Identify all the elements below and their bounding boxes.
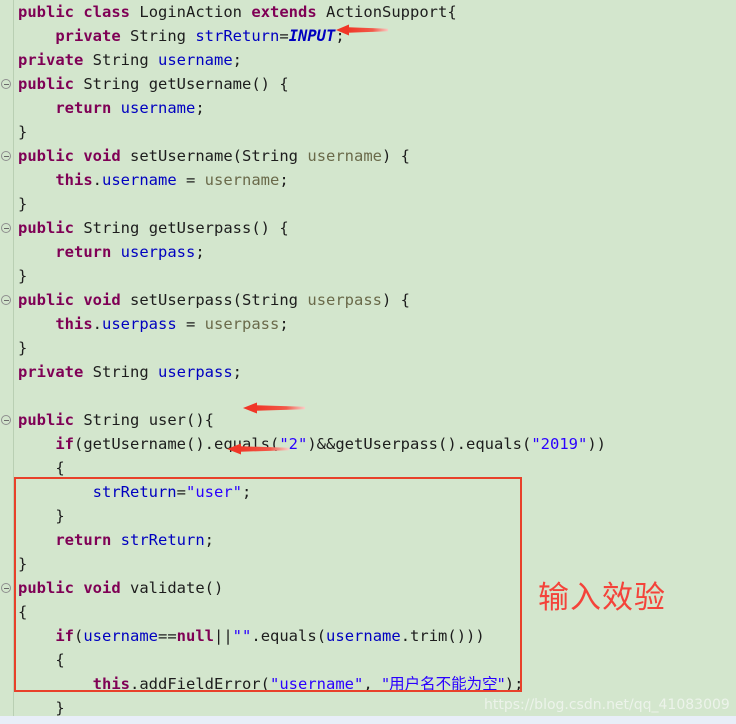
- code-line-text: public void setUserpass(String userpass)…: [18, 291, 411, 309]
- bottom-strip: [0, 716, 736, 724]
- code-line-text: this.username = username;: [55, 171, 289, 189]
- code-line-text: {: [18, 459, 65, 477]
- code-line[interactable]: this.userpass = userpass;: [0, 312, 736, 336]
- code-line-text: if(username==null||"".equals(username.tr…: [55, 627, 485, 645]
- code-line[interactable]: }: [0, 264, 736, 288]
- fold-collapse-icon[interactable]: [1, 295, 11, 305]
- annotation-label: 输入效验: [538, 580, 666, 616]
- code-line-text: }: [18, 339, 28, 357]
- code-line[interactable]: return userpass;: [0, 240, 736, 264]
- code-line[interactable]: return strReturn;: [0, 528, 736, 552]
- code-line[interactable]: public String getUsername() {: [0, 72, 736, 96]
- code-line-text: this.userpass = userpass;: [55, 315, 289, 333]
- code-line-text: strReturn="user";: [92, 483, 252, 501]
- code-line-text: private String strReturn=INPUT;: [55, 27, 345, 45]
- code-line-text: private String userpass;: [18, 363, 243, 381]
- code-line-text: public void validate(): [18, 579, 224, 597]
- code-line[interactable]: strReturn="user";: [0, 480, 736, 504]
- fold-collapse-icon[interactable]: [1, 151, 11, 161]
- code-line[interactable]: public void setUserpass(String userpass)…: [0, 288, 736, 312]
- code-line-text: public String user(){: [18, 411, 215, 429]
- fold-collapse-icon[interactable]: [1, 223, 11, 233]
- fold-collapse-icon[interactable]: [1, 415, 11, 425]
- code-line[interactable]: if(username==null||"".equals(username.tr…: [0, 624, 736, 648]
- code-line-text: if(getUsername().equals("2")&&getUserpas…: [55, 435, 607, 453]
- code-line-text: }: [18, 123, 28, 141]
- code-line[interactable]: }: [0, 192, 736, 216]
- code-line[interactable]: {: [0, 456, 736, 480]
- code-line-text: return userpass;: [55, 243, 205, 261]
- code-line[interactable]: {: [0, 648, 736, 672]
- code-line-text: public class LoginAction extends ActionS…: [18, 3, 457, 21]
- code-line-text: }: [18, 267, 28, 285]
- code-line[interactable]: [0, 384, 736, 408]
- code-line-text: }: [18, 555, 28, 573]
- code-line[interactable]: public class LoginAction extends ActionS…: [0, 0, 736, 24]
- code-line-text: }: [18, 195, 28, 213]
- code-line-text: return strReturn;: [55, 531, 215, 549]
- code-line-text: }: [18, 507, 65, 525]
- fold-collapse-icon[interactable]: [1, 79, 11, 89]
- code-line[interactable]: }: [0, 120, 736, 144]
- code-line[interactable]: this.addFieldError("username", "用户名不能为空"…: [0, 672, 736, 696]
- code-line-text: return username;: [55, 99, 205, 117]
- code-line[interactable]: public String user(){: [0, 408, 736, 432]
- code-line[interactable]: }: [0, 504, 736, 528]
- code-line[interactable]: public void setUsername(String username)…: [0, 144, 736, 168]
- code-line[interactable]: private String strReturn=INPUT;: [0, 24, 736, 48]
- fold-collapse-icon[interactable]: [1, 583, 11, 593]
- code-line[interactable]: return username;: [0, 96, 736, 120]
- code-screenshot: public class LoginAction extends ActionS…: [0, 0, 736, 724]
- code-line-text: {: [18, 651, 65, 669]
- code-line-text: this.addFieldError("username", "用户名不能为空"…: [92, 675, 524, 693]
- code-line-text: public void setUsername(String username)…: [18, 147, 411, 165]
- code-line-text: public String getUsername() {: [18, 75, 289, 93]
- code-line[interactable]: private String username;: [0, 48, 736, 72]
- code-line[interactable]: this.username = username;: [0, 168, 736, 192]
- code-line-text: {: [18, 603, 28, 621]
- code-line-text: public String getUserpass() {: [18, 219, 289, 237]
- code-line[interactable]: }: [0, 336, 736, 360]
- watermark-text: https://blog.csdn.net/qq_41083009: [484, 697, 730, 713]
- code-line-text: }: [18, 699, 65, 717]
- code-line[interactable]: if(getUsername().equals("2")&&getUserpas…: [0, 432, 736, 456]
- code-line[interactable]: private String userpass;: [0, 360, 736, 384]
- code-line-text: private String username;: [18, 51, 243, 69]
- code-line[interactable]: public String getUserpass() {: [0, 216, 736, 240]
